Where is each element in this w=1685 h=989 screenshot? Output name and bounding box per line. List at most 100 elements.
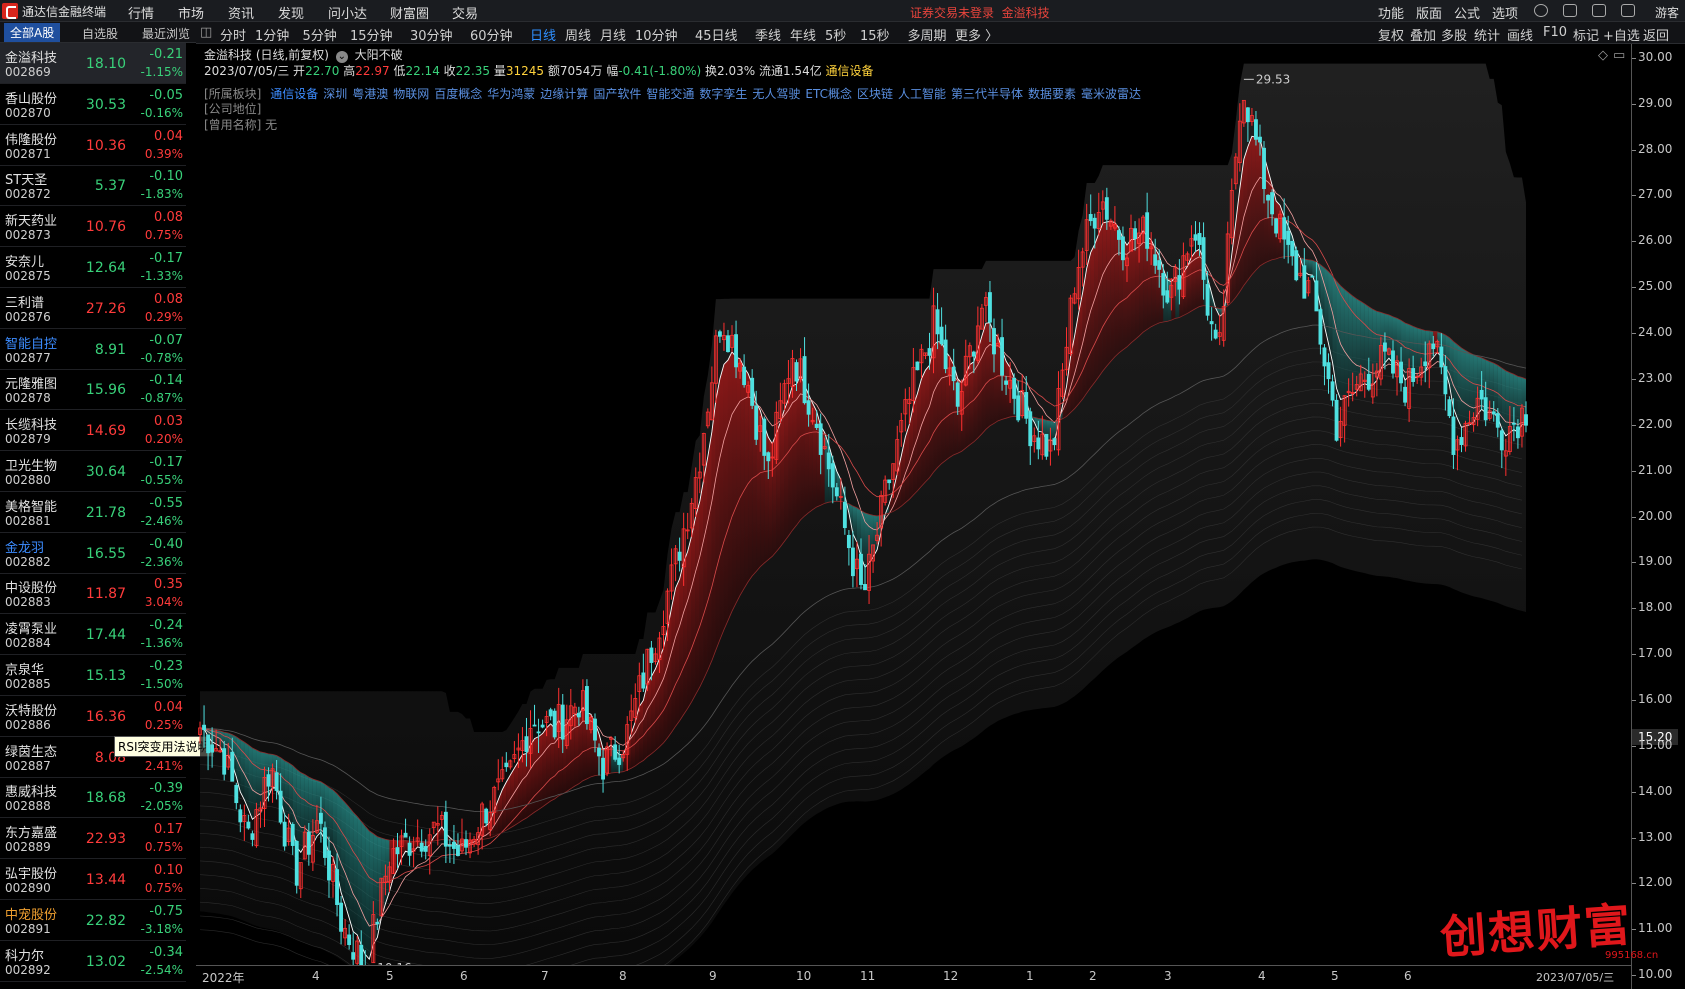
toolbar-item[interactable]: F10 bbox=[1543, 25, 1567, 40]
tab-favorites[interactable]: 自选股 bbox=[82, 25, 118, 42]
stock-row[interactable]: 京泉华 002885 15.13 -0.23 -1.50% bbox=[0, 655, 186, 696]
period-item[interactable]: 周线 bbox=[565, 25, 591, 44]
refresh-icon[interactable] bbox=[1534, 4, 1548, 17]
sector-tag[interactable]: 无人驾驶 bbox=[752, 87, 800, 101]
sector-tag[interactable]: 数据要素 bbox=[1028, 87, 1076, 101]
sector-tag[interactable]: ETC概念 bbox=[805, 87, 852, 101]
toolbar-item[interactable]: 标记 bbox=[1573, 25, 1599, 44]
menu-shichang[interactable]: 市场 bbox=[178, 3, 204, 22]
period-item[interactable]: 5秒 bbox=[825, 25, 846, 44]
window-icon[interactable] bbox=[1621, 4, 1635, 17]
sector-tag[interactable]: 国产软件 bbox=[593, 87, 641, 101]
sector-tag[interactable]: 深圳 bbox=[323, 87, 347, 101]
ribbon-segment bbox=[675, 578, 680, 727]
stock-row[interactable]: 长缆科技 002879 14.69 0.03 0.20% bbox=[0, 410, 186, 452]
sector-tag[interactable]: 物联网 bbox=[393, 87, 429, 101]
stock-row[interactable]: 惠威科技 002888 18.68 -0.39 -2.05% bbox=[0, 777, 186, 819]
menu-gongshi[interactable]: 公式 bbox=[1454, 3, 1480, 22]
menu-gongneng[interactable]: 功能 bbox=[1378, 3, 1404, 22]
ribbon-segment bbox=[679, 562, 684, 721]
login-warning[interactable]: 证券交易未登录 金溢科技 bbox=[910, 4, 1050, 21]
guest-label[interactable]: 游客 bbox=[1655, 4, 1679, 21]
toolbar-item[interactable]: +自选 bbox=[1603, 25, 1640, 44]
message-icon[interactable] bbox=[1592, 4, 1606, 17]
tab-all-a-shares[interactable]: 全部A股 bbox=[4, 23, 61, 42]
ohlc-line: 2023/07/05/三 开22.70 高22.97 低22.14 收22.35… bbox=[204, 62, 874, 79]
period-item[interactable]: 15分钟 bbox=[350, 25, 393, 44]
period-item[interactable]: 60分钟 bbox=[470, 25, 513, 44]
menu-zixun[interactable]: 资讯 bbox=[228, 3, 254, 22]
toolbar-item[interactable]: 多股 bbox=[1441, 25, 1467, 44]
price-chart[interactable]: 29.5310.16 bbox=[196, 44, 1631, 989]
sector-tag[interactable]: 边缘计算 bbox=[540, 87, 588, 101]
stock-row[interactable]: 香山股份 002870 30.53 -0.05 -0.16% bbox=[0, 84, 186, 125]
menu-xuanxiang[interactable]: 选项 bbox=[1492, 3, 1518, 22]
menu-hangqing[interactable]: 行情 bbox=[128, 3, 154, 22]
sector-tag[interactable]: 区块链 bbox=[857, 87, 893, 101]
stock-row[interactable]: 凌霄泵业 002884 17.44 -0.24 -1.36% bbox=[0, 614, 186, 656]
stock-row[interactable]: 三利谱 002876 27.26 0.08 0.29% bbox=[0, 288, 186, 329]
candle-body bbox=[613, 744, 618, 760]
period-item[interactable]: 多周期 bbox=[908, 25, 947, 44]
period-item[interactable]: 分时 bbox=[220, 25, 246, 44]
ribbon-segment bbox=[345, 802, 350, 918]
ribbon-segment bbox=[1247, 136, 1252, 280]
diamond-icon[interactable]: ◇ bbox=[1598, 48, 1608, 63]
sector-tag[interactable]: 第三代半导体 bbox=[951, 87, 1023, 101]
sector-tag[interactable]: 数字孪生 bbox=[699, 87, 747, 101]
stock-row[interactable]: 弘宇股份 002890 13.44 0.10 0.75% bbox=[0, 859, 186, 900]
phone-icon[interactable] bbox=[1563, 4, 1577, 17]
toolbar-item[interactable]: 返回 bbox=[1643, 25, 1669, 44]
sector-tag[interactable]: 智能交通 bbox=[646, 87, 694, 101]
minimize-icon[interactable]: ▭ bbox=[1613, 48, 1625, 63]
candle-body bbox=[230, 751, 235, 782]
stock-row[interactable]: 卫光生物 002880 30.64 -0.17 -0.55% bbox=[0, 451, 186, 492]
stock-row[interactable]: 金龙羽 002882 16.55 -0.40 -2.36% bbox=[0, 533, 186, 574]
panel-toggle-icon[interactable]: ◫ bbox=[200, 25, 212, 40]
stock-row[interactable]: 美格智能 002881 21.78 -0.55 -2.46% bbox=[0, 492, 186, 533]
stock-row[interactable]: 伟隆股份 002871 10.36 0.04 0.39% bbox=[0, 125, 186, 166]
tab-recent[interactable]: 最近浏览 bbox=[142, 25, 190, 42]
stock-row[interactable]: 智能自控 002877 8.91 -0.07 -0.78% bbox=[0, 329, 186, 370]
sector-tag[interactable]: 粤港澳 bbox=[352, 87, 388, 101]
sector-tag[interactable]: 通信设备 bbox=[270, 87, 318, 101]
period-item[interactable]: 年线 bbox=[790, 25, 816, 44]
candle-body bbox=[1270, 192, 1275, 215]
stock-row[interactable]: 金溢科技 002869 18.10 -0.21 -1.15% bbox=[0, 43, 186, 84]
stock-row[interactable]: 新天药业 002873 10.76 0.08 0.75% bbox=[0, 206, 186, 248]
period-item[interactable]: 更多 〉 bbox=[955, 25, 998, 44]
stock-row[interactable]: 科力尔 002892 13.02 -0.34 -2.54% bbox=[0, 941, 186, 982]
stock-row[interactable]: 中设股份 002883 11.87 0.35 3.04% bbox=[0, 573, 186, 615]
sector-tag[interactable]: 华为鸿蒙 bbox=[487, 87, 535, 101]
menu-wenxiaoda[interactable]: 问小达 bbox=[328, 3, 367, 22]
stock-row[interactable]: 安奈儿 002875 12.64 -0.17 -1.33% bbox=[0, 247, 186, 288]
toolbar-item[interactable]: 统计 bbox=[1474, 25, 1500, 44]
sector-tag[interactable]: 人工智能 bbox=[898, 87, 946, 101]
sector-tag[interactable]: 毫米波雷达 bbox=[1081, 87, 1141, 101]
stock-row[interactable]: 中宠股份 002891 22.82 -0.75 -3.18% bbox=[0, 900, 186, 941]
candle-body bbox=[1016, 395, 1021, 421]
menu-jiaoyi[interactable]: 交易 bbox=[452, 3, 478, 22]
toolbar-item[interactable]: 叠加 bbox=[1410, 25, 1436, 44]
menu-caifuquan[interactable]: 财富圈 bbox=[390, 3, 429, 22]
stock-row[interactable]: 沃特股份 002886 16.36 0.04 0.25% bbox=[0, 696, 186, 737]
period-item[interactable]: 45日线 bbox=[695, 25, 738, 44]
period-item[interactable]: 季线 bbox=[755, 25, 781, 44]
sector-value[interactable]: 通信设备 bbox=[826, 64, 874, 78]
period-item[interactable]: 月线 bbox=[600, 25, 626, 44]
period-item[interactable]: 15秒 bbox=[860, 25, 890, 44]
candle-body bbox=[1153, 254, 1158, 266]
stock-row[interactable]: 元隆雅图 002878 15.96 -0.14 -0.87% bbox=[0, 369, 186, 411]
period-item[interactable]: 30分钟 bbox=[410, 25, 453, 44]
stock-row[interactable]: 东方嘉盛 002889 22.93 0.17 0.75% bbox=[0, 818, 186, 860]
menu-faxian[interactable]: 发现 bbox=[278, 3, 304, 22]
toolbar-item[interactable]: 画线 bbox=[1507, 25, 1533, 44]
period-item[interactable]: 5分钟 bbox=[303, 25, 337, 44]
period-item[interactable]: 10分钟 bbox=[635, 25, 678, 44]
period-item[interactable]: 日线 bbox=[530, 25, 556, 44]
sector-tag[interactable]: 百度概念 bbox=[434, 87, 482, 101]
period-item[interactable]: 1分钟 bbox=[255, 25, 289, 44]
toolbar-item[interactable]: 复权 bbox=[1378, 25, 1404, 44]
menu-banmian[interactable]: 版面 bbox=[1416, 3, 1442, 22]
stock-row[interactable]: ST天圣 002872 5.37 -0.10 -1.83% bbox=[0, 165, 186, 207]
